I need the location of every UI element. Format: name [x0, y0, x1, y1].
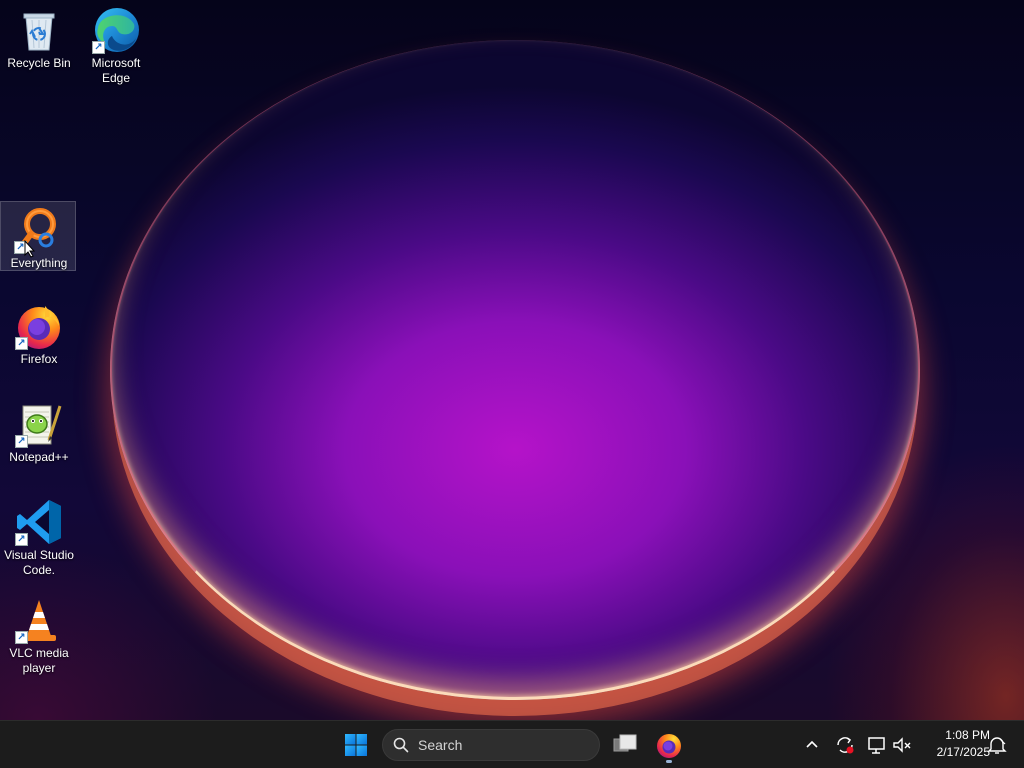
desktop-icon-everything[interactable]: ↗ Everything — [0, 201, 76, 271]
shortcut-arrow-icon: ↗ — [15, 337, 28, 350]
notification-bell-icon — [987, 737, 1007, 754]
desktop-icon-notepad-plus-plus[interactable]: ↗ Notepad++ — [1, 396, 77, 466]
desktop-icon-label: Everything — [10, 256, 68, 270]
task-view-icon — [613, 734, 637, 752]
sync-icon — [837, 737, 854, 754]
desktop-icon-recycle-bin[interactable]: Recycle Bin — [1, 2, 77, 72]
desktop-icon-label: Visual Studio Code. — [4, 548, 74, 577]
shortcut-arrow-icon: ↗ — [15, 435, 28, 448]
shortcut-arrow-icon: ↗ — [15, 631, 28, 644]
running-indicator — [666, 760, 672, 763]
desktop-icon-visual-studio-code[interactable]: ↗ Visual Studio Code. — [1, 494, 77, 577]
desktop: Recycle Bin ↗ Microsoft Edge ↗ Everythin… — [0, 0, 1024, 720]
microsoft-edge-icon: ↗ — [92, 6, 140, 54]
vscode-icon: ↗ — [15, 498, 63, 546]
search-icon — [393, 737, 409, 753]
notepad-plus-plus-icon: ↗ — [15, 400, 63, 448]
taskbar-firefox-button[interactable] — [651, 727, 687, 763]
desktop-icon-label: Microsoft Edge — [91, 56, 141, 85]
notification-center-button[interactable] — [986, 733, 1008, 757]
tray-volume-button[interactable] — [891, 733, 913, 757]
desktop-icon-label: Recycle Bin — [7, 56, 71, 70]
desktop-icon-label: VLC media player — [9, 646, 69, 675]
search-placeholder: Search — [418, 737, 463, 753]
shortcut-arrow-icon: ↗ — [92, 41, 105, 54]
firefox-icon: ↗ — [15, 302, 63, 350]
desktop-icon-firefox[interactable]: ↗ Firefox — [1, 298, 77, 368]
tray-network-button[interactable] — [866, 733, 888, 757]
volume-muted-icon — [893, 737, 911, 753]
everything-search-icon: ↗ — [14, 206, 62, 254]
desktop-icon-microsoft-edge[interactable]: ↗ Microsoft Edge — [78, 2, 154, 85]
clock-time: 1:08 PM — [945, 728, 990, 742]
wallpaper-rim — [110, 40, 920, 700]
taskbar-clock[interactable]: 1:08 PM 2/17/2025 — [918, 727, 990, 761]
tray-overflow-button[interactable] — [801, 733, 823, 757]
task-view-button[interactable] — [607, 727, 643, 763]
desktop-icon-vlc-media-player[interactable]: ↗ VLC media player — [1, 592, 77, 675]
desktop-icon-label: Notepad++ — [9, 450, 69, 464]
taskbar: Search 1:08 PM 2/17/2025 — [0, 720, 1024, 768]
desktop-icon-label: Firefox — [20, 352, 58, 366]
firefox-icon — [657, 734, 681, 758]
taskbar-search-box[interactable]: Search — [382, 729, 600, 761]
windows-logo-icon — [345, 734, 367, 756]
tray-sync-button[interactable] — [834, 733, 856, 757]
vlc-cone-icon: ↗ — [15, 596, 63, 644]
clock-date: 2/17/2025 — [936, 745, 990, 759]
chevron-up-icon — [806, 740, 818, 748]
network-icon — [868, 737, 885, 754]
mouse-cursor-icon — [24, 239, 36, 258]
start-button[interactable] — [338, 727, 374, 763]
shortcut-arrow-icon: ↗ — [15, 533, 28, 546]
recycle-bin-icon — [15, 6, 63, 54]
